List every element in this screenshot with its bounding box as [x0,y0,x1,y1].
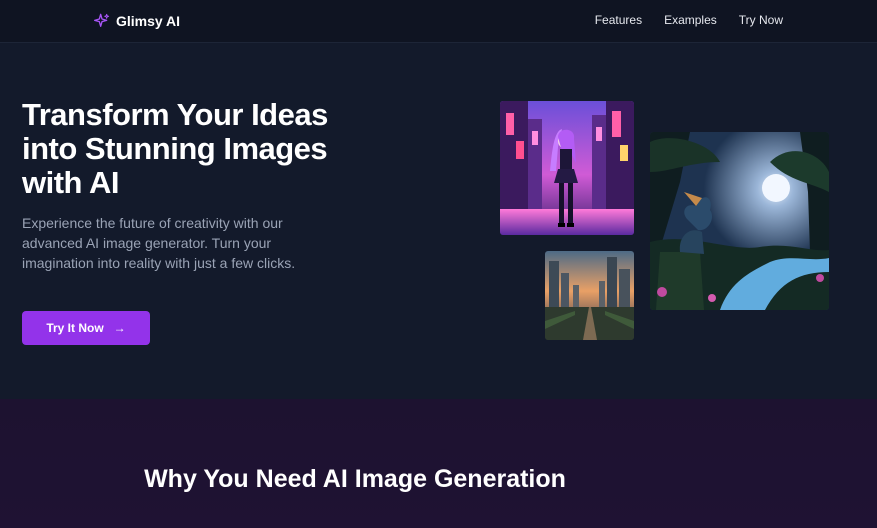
arrow-right-icon: → [113,321,126,335]
futuristic-city-sunset-image [545,251,634,340]
brand-name: Glimsy AI [116,13,181,29]
nav-links: Features Examples Try Now [595,13,783,27]
anime-girl-neon-city-image [500,101,634,235]
hero-title: Transform Your Ideas into Stunning Image… [22,97,328,200]
nav-link-features[interactable]: Features [595,13,642,27]
why-section [0,399,877,528]
nav-link-try-now[interactable]: Try Now [739,13,783,27]
dragon-moonlit-forest-image [650,132,829,310]
cta-label: Try It Now [46,321,104,335]
sparkle-icon [94,13,110,29]
top-navbar: Glimsy AI Features Examples Try Now [0,0,877,43]
try-it-now-button[interactable]: Try It Now → [22,311,150,345]
why-section-title: Why You Need AI Image Generation [144,465,566,493]
brand-logo[interactable]: Glimsy AI [94,11,180,31]
hero-subtitle: Experience the future of creativity with… [22,215,296,271]
nav-link-examples[interactable]: Examples [664,13,717,27]
